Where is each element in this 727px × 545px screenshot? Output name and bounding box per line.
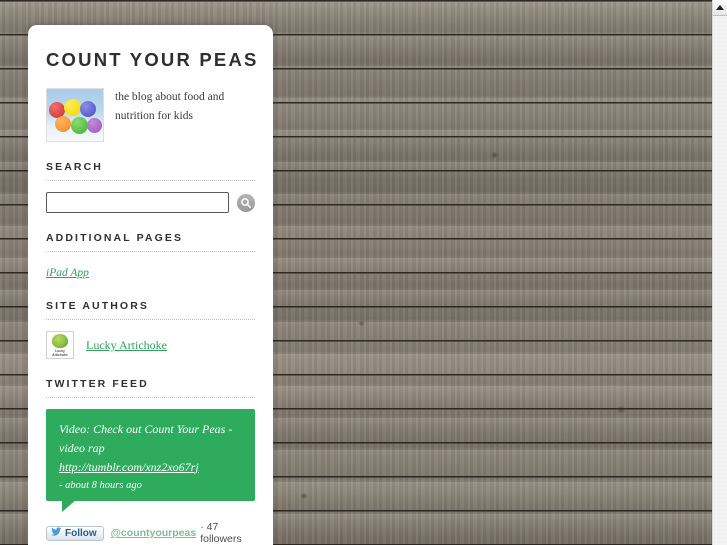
divider <box>46 397 255 399</box>
follow-button-label: Follow <box>65 527 97 539</box>
tweet-link[interactable]: http://tumblr.com/xnz2xo67rj <box>59 460 199 474</box>
scroll-up-button[interactable] <box>713 0 727 16</box>
tweet-card: Video: Check out Count Your Peas - video… <box>46 409 255 513</box>
peas-logo-icon <box>46 88 104 143</box>
tweet-text-prefix: Video: Check out Count Your Peas - video… <box>59 422 233 455</box>
wood-knot <box>300 493 308 499</box>
avatar-caption-line-2: Artichoke <box>52 353 68 358</box>
search-heading: SEARCH <box>46 161 103 174</box>
artichoke-icon <box>52 334 68 349</box>
site-authors-section: SITE AUTHORS Lucky Artichoke Lucky Artic… <box>46 300 255 360</box>
divider <box>46 319 255 321</box>
author-name-link[interactable]: Lucky Artichoke <box>86 338 167 353</box>
avatar[interactable]: Lucky Artichoke <box>46 331 74 360</box>
tagline-line-2: nutrition for kids <box>115 110 193 123</box>
site-authors-heading: SITE AUTHORS <box>46 300 149 313</box>
twitter-follow-button[interactable]: Follow <box>46 525 104 541</box>
twitter-feed-heading: TWITTER FEED <box>46 378 149 391</box>
follow-row: Follow @countyourpeas · 47 followers <box>46 521 255 545</box>
tweet-timestamp: - about 8 hours ago <box>59 480 142 492</box>
site-tagline: the blog about food and nutrition for ki… <box>115 88 224 126</box>
search-input[interactable] <box>46 192 230 214</box>
tagline-line-1: the blog about food and <box>115 91 225 104</box>
brand-row: the blog about food and nutrition for ki… <box>46 88 255 143</box>
browser-viewport: COUNT YOUR PEAS the blog about food and … <box>0 0 727 545</box>
vertical-scrollbar[interactable] <box>712 0 727 545</box>
twitter-handle-link[interactable]: @countyourpeas <box>111 527 197 539</box>
avatar-caption: Lucky Artichoke <box>48 349 72 357</box>
scroll-up-icon <box>716 5 724 10</box>
wood-knot <box>490 152 499 158</box>
search-section: SEARCH <box>46 161 255 214</box>
additional-pages-section: ADDITIONAL PAGES iPad App <box>46 232 255 281</box>
additional-page-link-ipad-app[interactable]: iPad App <box>46 267 89 279</box>
divider <box>46 180 255 182</box>
tweet-bubble-tail <box>62 500 76 513</box>
page-title: COUNT YOUR PEAS <box>46 49 259 70</box>
tweet-text: Video: Check out Count Your Peas - video… <box>59 420 242 476</box>
search-button[interactable] <box>237 193 255 212</box>
additional-pages-heading: ADDITIONAL PAGES <box>46 232 184 245</box>
twitter-feed-section: TWITTER FEED Video: Check out Count Your… <box>46 378 255 545</box>
search-icon <box>237 197 255 209</box>
twitter-bird-icon <box>51 527 62 540</box>
twitter-follower-count: · 47 followers <box>200 521 242 545</box>
search-row <box>46 192 255 214</box>
wood-knot <box>358 321 365 326</box>
author-row: Lucky Artichoke Lucky Artichoke <box>46 331 255 360</box>
divider <box>46 251 255 253</box>
sidebar-card: COUNT YOUR PEAS the blog about food and … <box>28 25 273 545</box>
wood-knot <box>616 406 626 413</box>
